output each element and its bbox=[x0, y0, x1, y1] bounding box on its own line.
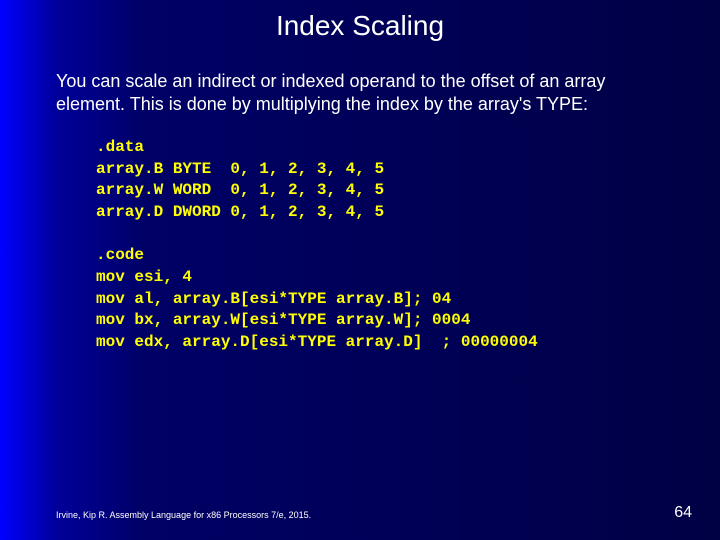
body-paragraph: You can scale an indirect or indexed ope… bbox=[56, 70, 672, 115]
slide-title: Index Scaling bbox=[0, 0, 720, 50]
slide: Index Scaling You can scale an indirect … bbox=[0, 0, 720, 540]
footer-citation: Irvine, Kip R. Assembly Language for x86… bbox=[56, 510, 311, 520]
code-block-code: .code mov esi, 4 mov al, array.B[esi*TYP… bbox=[96, 245, 720, 353]
code-block-data: .data array.B BYTE 0, 1, 2, 3, 4, 5 arra… bbox=[96, 137, 720, 223]
page-number: 64 bbox=[674, 504, 692, 522]
